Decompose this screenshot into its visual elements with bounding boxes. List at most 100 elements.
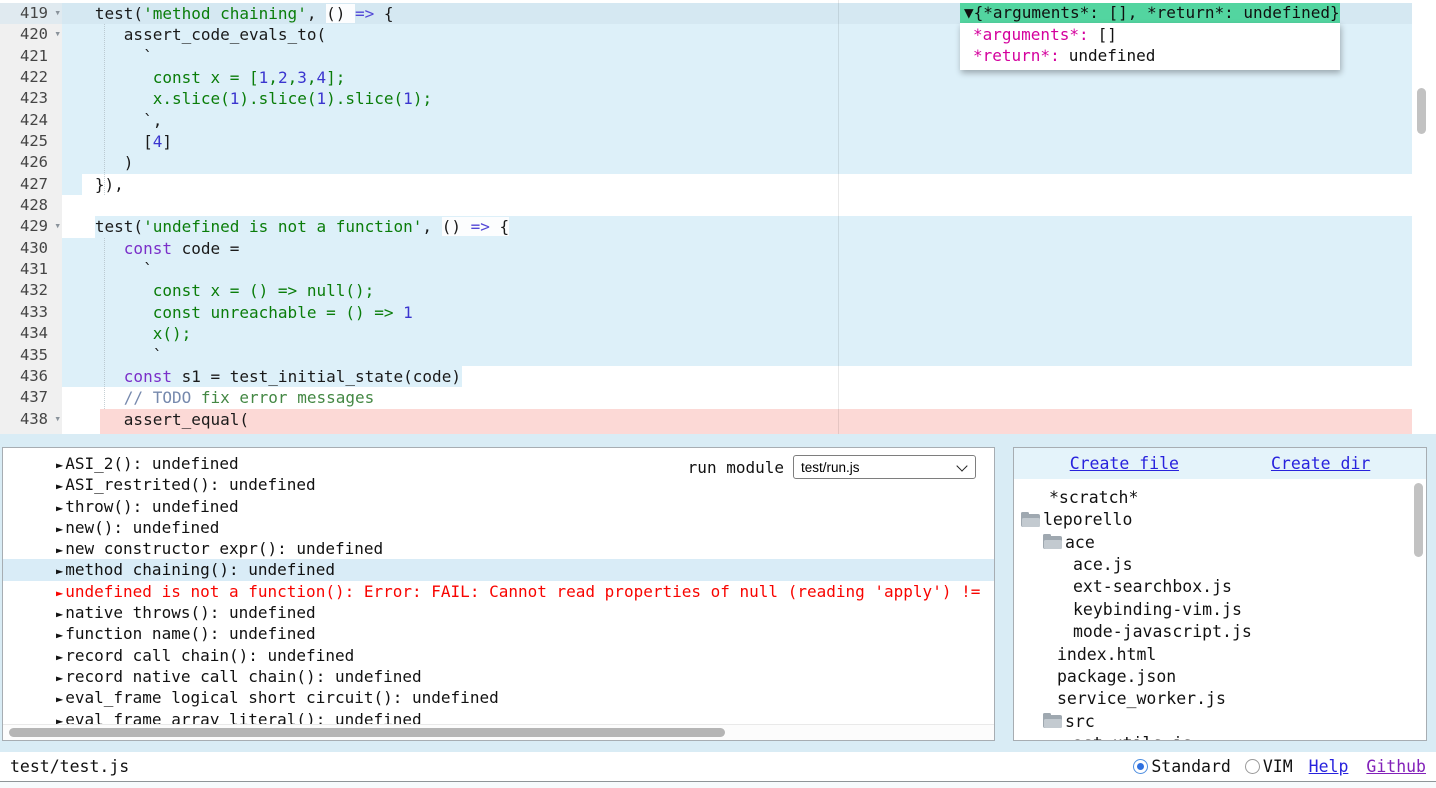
tree-item-folder[interactable]: leporello bbox=[1014, 509, 1426, 531]
test-result-item[interactable]: ►eval_frame logical short circuit(): und… bbox=[3, 687, 994, 708]
line-number: 426 bbox=[20, 152, 48, 173]
line-number: 436 bbox=[20, 366, 48, 387]
expand-arrow-icon[interactable]: ► bbox=[56, 586, 63, 600]
expand-arrow-icon[interactable]: ► bbox=[56, 607, 63, 621]
test-result-text: undefined is not a function(): Error: FA… bbox=[65, 582, 980, 601]
code-line[interactable]: 435 ` bbox=[0, 345, 1436, 366]
keybinding-options: Standard VIM bbox=[1133, 757, 1292, 776]
code-line[interactable]: 438▾ assert_equal( bbox=[0, 409, 1436, 430]
keybinding-radio-vim[interactable]: VIM bbox=[1245, 757, 1293, 776]
tree-item-file[interactable]: ace.js bbox=[1014, 554, 1426, 576]
tree-item-file[interactable]: index.html bbox=[1014, 644, 1426, 666]
line-number: 421 bbox=[20, 46, 48, 67]
code-line[interactable]: 422 const x = [1,2,3,4]; bbox=[0, 67, 1436, 88]
test-result-item[interactable]: ►record call chain(): undefined bbox=[3, 645, 994, 666]
expand-arrow-icon[interactable]: ► bbox=[56, 671, 63, 685]
code-text: const s1 = test_initial_state(code) bbox=[66, 366, 461, 387]
code-token: { bbox=[490, 217, 509, 236]
test-result-item[interactable]: ►new constructor expr(): undefined bbox=[3, 538, 994, 559]
tree-item-name: ext-searchbox.js bbox=[1073, 576, 1232, 598]
code-line[interactable]: 432 const x = () => null(); bbox=[0, 280, 1436, 301]
fold-arrow-icon[interactable]: ▾ bbox=[54, 215, 61, 236]
code-token: assert_equal( bbox=[66, 410, 249, 429]
code-token: , bbox=[288, 68, 298, 87]
keybinding-radio-standard[interactable]: Standard bbox=[1133, 757, 1230, 776]
tree-item-file[interactable]: ast_utils.js bbox=[1014, 733, 1426, 741]
code-line[interactable]: 426 ) bbox=[0, 152, 1436, 173]
expand-arrow-icon[interactable]: ► bbox=[56, 650, 63, 664]
code-token: code = bbox=[172, 239, 239, 258]
test-result-item[interactable]: ►undefined is not a function(): Error: F… bbox=[3, 581, 994, 602]
fold-arrow-icon[interactable]: ▾ bbox=[54, 408, 61, 429]
tree-item-file[interactable]: *scratch* bbox=[1014, 487, 1426, 509]
execution-highlight bbox=[100, 430, 1412, 434]
file-browser-header: Create file Create dir bbox=[1014, 448, 1426, 479]
code-token: const bbox=[124, 367, 172, 386]
editor-vertical-scrollbar-thumb[interactable] bbox=[1417, 88, 1426, 134]
run-module-select[interactable]: test/run.js bbox=[793, 455, 976, 479]
fold-arrow-icon[interactable]: ▾ bbox=[54, 23, 61, 44]
code-token: ); bbox=[413, 89, 432, 108]
tree-item-folder[interactable]: ace bbox=[1014, 532, 1426, 554]
code-line[interactable]: 423 x.slice(1).slice(1).slice(1); bbox=[0, 88, 1436, 109]
code-line[interactable]: 436 const s1 = test_initial_state(code) bbox=[0, 366, 1436, 387]
radio-icon[interactable] bbox=[1245, 759, 1260, 774]
value-entry[interactable]: *arguments*:[] bbox=[960, 24, 1340, 45]
tree-item-file[interactable]: mode-javascript.js bbox=[1014, 621, 1426, 643]
code-line[interactable]: 427 }), bbox=[0, 174, 1436, 195]
expand-arrow-icon[interactable]: ► bbox=[56, 543, 63, 557]
expand-arrow-icon[interactable]: ► bbox=[56, 458, 63, 472]
expand-arrow-icon[interactable]: ► bbox=[56, 522, 63, 536]
code-line[interactable]: 437 // TODO fix error messages bbox=[0, 387, 1436, 408]
tree-item-name: *scratch* bbox=[1049, 487, 1138, 509]
code-token: 4 bbox=[317, 68, 327, 87]
expand-arrow-icon[interactable]: ► bbox=[56, 479, 63, 493]
tree-item-file[interactable]: service_worker.js bbox=[1014, 688, 1426, 710]
results-horizontal-scrollbar[interactable] bbox=[3, 724, 994, 740]
code-line[interactable]: 424 `, bbox=[0, 110, 1436, 131]
file-tree-scrollbar-thumb[interactable] bbox=[1414, 483, 1423, 557]
code-line[interactable]: 428 bbox=[0, 195, 1436, 216]
code-line[interactable]: 433 const unreachable = () => 1 bbox=[0, 302, 1436, 323]
line-number: 419 bbox=[20, 3, 48, 24]
github-link[interactable]: Github bbox=[1366, 757, 1426, 776]
code-line[interactable]: 425 [4] bbox=[0, 131, 1436, 152]
tree-item-folder[interactable]: src bbox=[1014, 711, 1426, 733]
tree-item-file[interactable]: ext-searchbox.js bbox=[1014, 576, 1426, 598]
execution-highlight bbox=[62, 152, 1412, 173]
tree-item-file[interactable]: keybinding-vim.js bbox=[1014, 599, 1426, 621]
test-result-item[interactable]: ►function name(): undefined bbox=[3, 623, 994, 644]
help-link[interactable]: Help bbox=[1309, 757, 1349, 776]
fold-arrow-icon[interactable]: ▾ bbox=[54, 2, 61, 23]
leporello-app: 419▾ test('method chaining', () => {420▾… bbox=[0, 0, 1436, 788]
results-horizontal-scrollbar-thumb[interactable] bbox=[9, 728, 725, 738]
test-result-item[interactable]: ►throw(): undefined bbox=[3, 496, 994, 517]
expand-arrow-icon[interactable]: ► bbox=[56, 501, 63, 515]
gutter-cell: 426 bbox=[0, 152, 62, 173]
test-result-item[interactable]: ►native throws(): undefined bbox=[3, 602, 994, 623]
test-result-item[interactable]: ►new(): undefined bbox=[3, 517, 994, 538]
code-text: }), bbox=[66, 174, 124, 195]
code-line[interactable]: 439 bbox=[0, 430, 1436, 434]
line-number: 427 bbox=[20, 174, 48, 195]
code-token: const x = [ bbox=[66, 68, 259, 87]
code-line[interactable]: 431 ` bbox=[0, 259, 1436, 280]
code-line[interactable]: 429▾ test('undefined is not a function',… bbox=[0, 216, 1436, 237]
value-inspector-header[interactable]: ▼{*arguments*: [], *return*: undefined} bbox=[960, 3, 1340, 23]
print-margin-line bbox=[838, 0, 839, 434]
code-line[interactable]: 434 x(); bbox=[0, 323, 1436, 344]
test-result-item[interactable]: ►record native call chain(): undefined bbox=[3, 666, 994, 687]
radio-icon[interactable] bbox=[1133, 759, 1148, 774]
create-dir-link[interactable]: Create dir bbox=[1271, 454, 1370, 473]
code-editor[interactable]: 419▾ test('method chaining', () => {420▾… bbox=[0, 0, 1436, 434]
expand-arrow-icon[interactable]: ► bbox=[56, 564, 63, 578]
tree-item-file[interactable]: package.json bbox=[1014, 666, 1426, 688]
expand-arrow-icon[interactable]: ► bbox=[56, 628, 63, 642]
code-token: 1 bbox=[259, 68, 269, 87]
test-result-item[interactable]: ►method chaining(): undefined bbox=[3, 559, 994, 580]
value-entry[interactable]: *return*:undefined bbox=[960, 45, 1340, 66]
create-file-link[interactable]: Create file bbox=[1070, 454, 1179, 473]
execution-highlight bbox=[62, 131, 1412, 152]
expand-arrow-icon[interactable]: ► bbox=[56, 692, 63, 706]
code-line[interactable]: 430 const code = bbox=[0, 238, 1436, 259]
